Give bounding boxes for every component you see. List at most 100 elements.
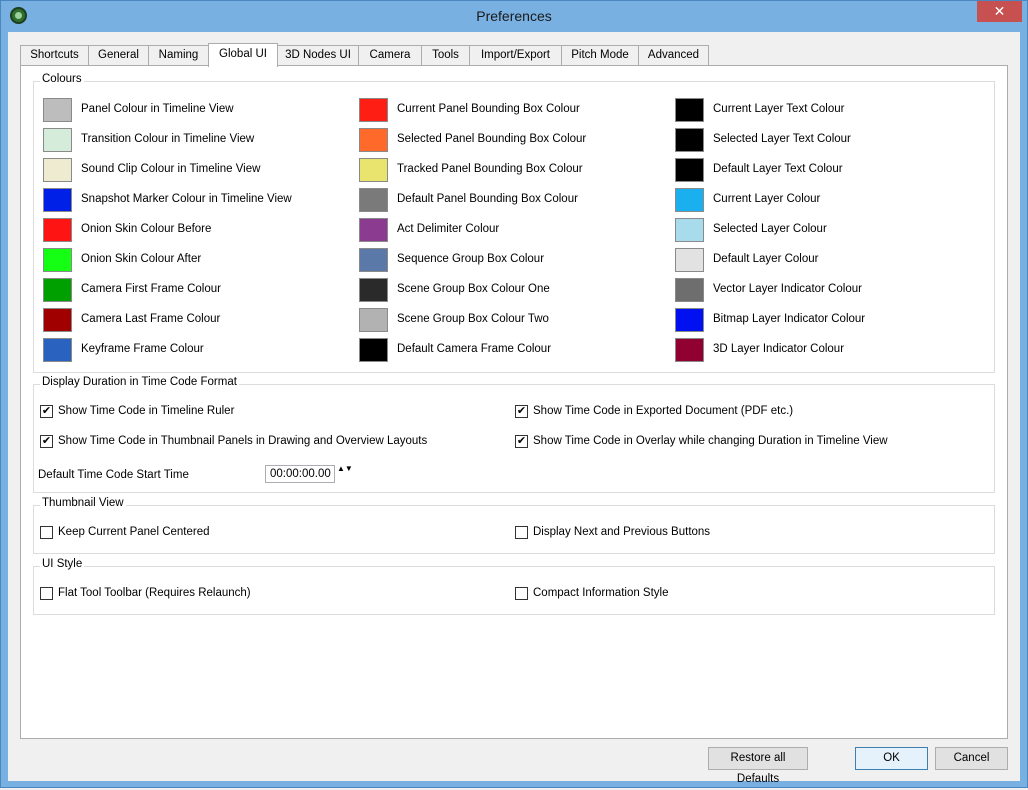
colour-swatch[interactable] (359, 308, 388, 332)
tab-advanced[interactable]: Advanced (638, 45, 709, 66)
swatch-label: Keyframe Frame Colour (81, 343, 204, 355)
colour-swatch[interactable] (43, 128, 72, 152)
dialog-body: Shortcuts General Naming Global UI 3D No… (8, 32, 1020, 785)
swatch-label: Act Delimiter Colour (397, 223, 500, 235)
colour-swatch[interactable] (359, 278, 388, 302)
tab-general[interactable]: General (88, 45, 149, 66)
tab-3d-nodes-ui[interactable]: 3D Nodes UI (277, 45, 359, 66)
colour-swatch[interactable] (675, 128, 704, 152)
swatch-label: Panel Colour in Timeline View (81, 103, 234, 115)
timeline-ruler-label: Show Time Code in Timeline Ruler (58, 405, 235, 417)
exported-document-label: Show Time Code in Exported Document (PDF… (533, 405, 794, 417)
tab-pitch-mode[interactable]: Pitch Mode (561, 45, 639, 66)
colour-swatch[interactable] (43, 338, 72, 362)
cancel-button[interactable]: Cancel (935, 747, 1008, 770)
swatch-label: Current Panel Bounding Box Colour (397, 103, 580, 115)
swatch-label: Current Layer Text Colour (713, 103, 845, 115)
overlay-duration-checkbox[interactable]: ✔ (515, 435, 528, 448)
swatch-label: Selected Layer Colour (713, 223, 827, 235)
swatch-label: 3D Layer Indicator Colour (713, 343, 845, 355)
colour-swatch[interactable] (675, 98, 704, 122)
ok-button[interactable]: OK (855, 747, 928, 770)
window-title: Preferences (476, 8, 552, 24)
colours-group-title: Colours (40, 73, 84, 85)
swatch-label: Default Panel Bounding Box Colour (397, 193, 578, 205)
overlay-duration-label: Show Time Code in Overlay while changing… (533, 435, 888, 447)
swatch-label: Default Layer Colour (713, 253, 819, 265)
start-time-spinner-icon[interactable]: ▲▼ (337, 465, 353, 483)
colour-swatch[interactable] (675, 218, 704, 242)
colour-swatch[interactable] (675, 278, 704, 302)
swatch-label: Scene Group Box Colour Two (397, 313, 549, 325)
tab-camera[interactable]: Camera (358, 45, 422, 66)
compact-info-label: Compact Information Style (533, 587, 669, 599)
swatch-label: Sound Clip Colour in Timeline View (81, 163, 261, 175)
colour-swatch[interactable] (675, 248, 704, 272)
thumbnail-panels-checkbox[interactable]: ✔ (40, 435, 53, 448)
swatch-label: Scene Group Box Colour One (397, 283, 550, 295)
swatch-label: Snapshot Marker Colour in Timeline View (81, 193, 292, 205)
colour-swatch[interactable] (675, 338, 704, 362)
display-duration-group: Display Duration in Time Code Format ✔ Sh… (33, 376, 995, 493)
preferences-window: Preferences ✕ Shortcuts General Naming G… (0, 0, 1028, 788)
colour-swatch[interactable] (675, 158, 704, 182)
swatch-label: Onion Skin Colour After (81, 253, 202, 265)
colour-swatch[interactable] (359, 248, 388, 272)
colour-swatch[interactable] (43, 188, 72, 212)
keep-centered-checkbox[interactable] (40, 526, 53, 539)
flat-toolbar-checkbox[interactable] (40, 587, 53, 600)
swatch-label: Selected Layer Text Colour (713, 133, 851, 145)
swatch-label: Onion Skin Colour Before (81, 223, 212, 235)
colour-swatch[interactable] (359, 218, 388, 242)
colour-swatch[interactable] (359, 158, 388, 182)
swatch-label: Sequence Group Box Colour (397, 253, 545, 265)
display-duration-group-title: Display Duration in Time Code Format (40, 376, 239, 388)
restore-defaults-button[interactable]: Restore all Defaults (708, 747, 808, 785)
tab-import-export[interactable]: Import/Export (469, 45, 562, 66)
colour-swatch[interactable] (43, 278, 72, 302)
tab-naming[interactable]: Naming (148, 45, 209, 66)
swatch-label: Default Camera Frame Colour (397, 343, 552, 355)
colour-swatch[interactable] (359, 98, 388, 122)
global-ui-panel: Colours Panel Colour in Timeline View Tr… (20, 65, 1008, 739)
ui-style-group: UI Style Flat Tool Toolbar (Requires Rel… (33, 558, 995, 615)
colour-swatch[interactable] (675, 188, 704, 212)
colour-swatch[interactable] (359, 338, 388, 362)
colour-swatch[interactable] (43, 158, 72, 182)
keep-centered-label: Keep Current Panel Centered (58, 526, 210, 538)
swatch-label: Transition Colour in Timeline View (81, 133, 255, 145)
colours-group: Colours Panel Colour in Timeline View Tr… (33, 73, 995, 373)
colour-swatch[interactable] (43, 218, 72, 242)
colour-swatch[interactable] (43, 308, 72, 332)
title-bar[interactable]: Preferences ✕ (1, 1, 1027, 32)
swatch-label: Camera First Frame Colour (81, 283, 221, 295)
next-prev-buttons-checkbox[interactable] (515, 526, 528, 539)
swatch-label: Selected Panel Bounding Box Colour (397, 133, 587, 145)
start-time-input[interactable]: 00:00:00.00 (265, 465, 335, 483)
colour-swatch[interactable] (359, 188, 388, 212)
thumbnail-view-group-title: Thumbnail View (40, 497, 126, 509)
next-prev-buttons-label: Display Next and Previous Buttons (533, 526, 711, 538)
compact-info-checkbox[interactable] (515, 587, 528, 600)
start-time-label: Default Time Code Start Time (38, 469, 189, 481)
swatch-label: Bitmap Layer Indicator Colour (713, 313, 866, 325)
close-icon[interactable]: ✕ (977, 1, 1022, 22)
swatch-label: Tracked Panel Bounding Box Colour (397, 163, 583, 175)
colour-swatch[interactable] (359, 128, 388, 152)
colour-swatch[interactable] (43, 98, 72, 122)
tab-shortcuts[interactable]: Shortcuts (20, 45, 89, 66)
tab-global-ui[interactable]: Global UI (208, 43, 278, 67)
colour-swatch[interactable] (675, 308, 704, 332)
tab-tools[interactable]: Tools (421, 45, 470, 66)
swatch-label: Default Layer Text Colour (713, 163, 843, 175)
ui-style-group-title: UI Style (40, 558, 85, 570)
thumbnail-panels-label: Show Time Code in Thumbnail Panels in Dr… (58, 435, 428, 447)
thumbnail-view-group: Thumbnail View Keep Current Panel Center… (33, 497, 995, 554)
colour-swatch[interactable] (43, 248, 72, 272)
timeline-ruler-checkbox[interactable]: ✔ (40, 405, 53, 418)
exported-document-checkbox[interactable]: ✔ (515, 405, 528, 418)
flat-toolbar-label: Flat Tool Toolbar (Requires Relaunch) (58, 587, 251, 599)
swatch-label: Camera Last Frame Colour (81, 313, 221, 325)
swatch-label: Vector Layer Indicator Colour (713, 283, 862, 295)
swatch-label: Current Layer Colour (713, 193, 821, 205)
